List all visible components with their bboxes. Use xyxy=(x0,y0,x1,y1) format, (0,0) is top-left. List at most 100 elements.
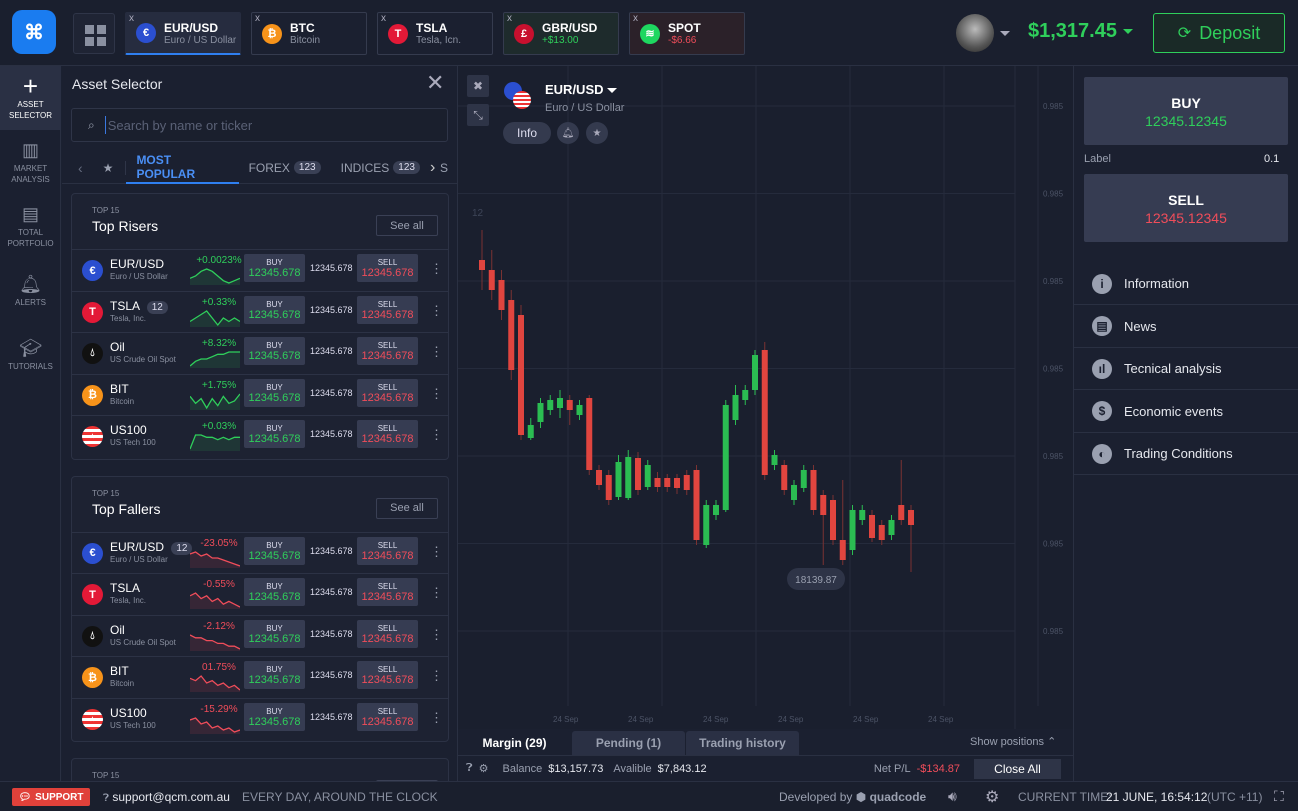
sell-button[interactable]: SELL 12345.678 xyxy=(357,378,418,407)
close-tab-icon[interactable]: x xyxy=(381,13,386,24)
nav-bell[interactable]: 🔔︎ ALERTS xyxy=(0,258,61,322)
collapse-icon[interactable]: ⤡ xyxy=(467,104,489,126)
sell-button[interactable]: SELL 12345.678 xyxy=(357,536,418,565)
more-options-icon[interactable]: ⋮ xyxy=(430,344,443,360)
fullscreen-icon[interactable]: ⛶ xyxy=(1274,788,1284,805)
nav-briefcase[interactable]: ▤ TOTAL PORTFOLIO xyxy=(0,194,61,258)
bell-icon[interactable]: 🔔︎ xyxy=(557,122,579,144)
positions-tab[interactable]: Trading history xyxy=(686,731,799,755)
buy-button[interactable]: BUY 12345.678 xyxy=(244,619,305,648)
help-icon[interactable]: ❓︎ xyxy=(466,762,473,775)
sell-button[interactable]: SELL 12345.678 xyxy=(357,619,418,648)
asset-tab-btc[interactable]: x ₿ BTC Bitcoin xyxy=(251,12,367,55)
asset-row[interactable]: € EUR/USD Euro / US Dollar +0.0023% BUY 1… xyxy=(72,249,448,290)
more-options-icon[interactable]: ⋮ xyxy=(430,627,443,643)
asset-row[interactable]: ★ US100 US Tech 100 -15.29% BUY 12345.678… xyxy=(72,697,448,739)
settings-icon[interactable]: ⚙ xyxy=(479,762,489,775)
asset-row[interactable]: € EUR/USD 12 Euro / US Dollar -23.05% BU… xyxy=(72,531,448,573)
category-tab-indices[interactable]: INDICES 123 xyxy=(331,152,430,184)
asset-tab-gbr-usd[interactable]: x £ GBR/USD +$13.00 xyxy=(503,12,619,55)
asset-row[interactable]: 💧︎ Oil US Crude Oil Spot -2.12% BUY 12345… xyxy=(72,614,448,656)
positions-tab[interactable]: Margin (29) xyxy=(458,731,571,755)
chart-asset-selector[interactable]: EUR/USD xyxy=(545,82,618,97)
asset-row[interactable]: ₿ BIT Bitcoin 01.75% BUY 12345.678 12345.… xyxy=(72,656,448,697)
sell-button[interactable]: SELL 12345.678 xyxy=(357,254,418,282)
buy-button[interactable]: BUY 12345.678 xyxy=(244,378,305,407)
more-options-icon[interactable]: ⋮ xyxy=(430,585,443,601)
nav-plus[interactable]: + ASSET SELECTOR xyxy=(0,66,61,130)
category-tabs: ‹ ★ MOST POPULAR FOREX 123 INDICES 123 S › xyxy=(62,152,457,184)
sell-button[interactable]: SELL 12345.678 xyxy=(357,661,418,689)
support-button[interactable]: 💬︎ SUPPORT xyxy=(12,788,90,806)
sell-button[interactable]: SELL 12345.678 xyxy=(357,420,418,448)
more-options-icon[interactable]: ⋮ xyxy=(430,261,443,277)
asset-tab-tsla[interactable]: x T TSLA Tesla, Icn. xyxy=(377,12,493,55)
deposit-button[interactable]: ⟳ Deposit xyxy=(1153,13,1285,53)
show-positions-toggle[interactable]: Show positions ⌃ xyxy=(970,735,1056,748)
more-options-icon[interactable]: ⋮ xyxy=(430,544,443,560)
menu-item-technical-analysis[interactable]: ıl Tecnical analysis xyxy=(1074,348,1298,390)
sound-icon[interactable]: 🔊︎ xyxy=(948,788,957,805)
close-tab-icon[interactable]: x xyxy=(507,13,512,24)
nav-bar-chart[interactable]: ▥ MARKET ANALYSIS xyxy=(0,130,61,194)
asset-row[interactable]: ₿ BIT Bitcoin +1.75% BUY 12345.678 12345.… xyxy=(72,373,448,415)
candlestick-chart[interactable]: 0.985 0.985 0.985 0.985 0.985 0.985 0.985 24 Se… xyxy=(458,66,1073,729)
chart-area[interactable]: 0.985 0.985 0.985 0.985 0.985 0.985 0.985 24 Se… xyxy=(458,66,1073,729)
see-all-button[interactable]: See all xyxy=(376,497,438,519)
support-email[interactable]: ❓︎ support@qcm.com.au xyxy=(103,790,230,804)
sell-button[interactable]: SELL 12345.678 xyxy=(357,337,418,365)
scroll-right-icon[interactable]: › xyxy=(430,159,435,177)
search-input[interactable] xyxy=(104,116,425,134)
account-balance[interactable]: $1,317.45 xyxy=(1028,20,1133,43)
close-tab-icon[interactable]: x xyxy=(255,13,260,24)
info-button[interactable]: Info xyxy=(503,122,551,144)
sell-button[interactable]: SELL 12345.678 xyxy=(357,578,418,606)
star-icon[interactable]: ★ xyxy=(586,122,608,144)
asset-row[interactable]: T TSLA 12 Tesla, Inc. +0.33% BUY 12345.67… xyxy=(72,290,448,332)
category-tab-most-popular[interactable]: MOST POPULAR xyxy=(126,152,239,184)
asset-tab-spot[interactable]: x ≋ SPOT -$6.66 xyxy=(629,12,745,55)
close-tab-icon[interactable]: x xyxy=(129,13,134,24)
close-icon[interactable]: ✕ xyxy=(426,70,444,96)
more-options-icon[interactable]: ⋮ xyxy=(430,427,443,443)
nav-graduation-cap[interactable]: 🎓︎ TUTORIALS xyxy=(0,322,61,386)
asset-row[interactable]: ★ US100 US Tech 100 +0.03% BUY 12345.678 … xyxy=(72,415,448,456)
menu-item-dollar[interactable]: $ Economic events xyxy=(1074,391,1298,433)
asset-tab-eur-usd[interactable]: x € EUR/USD Euro / US Dollar xyxy=(125,12,241,55)
menu-item-info[interactable]: i Information xyxy=(1074,263,1298,305)
menu-item-news[interactable]: ▤ News xyxy=(1074,306,1298,348)
sell-button[interactable]: SELL 12345.678 xyxy=(357,702,418,731)
logo[interactable]: ⌘ xyxy=(12,10,56,54)
more-options-icon[interactable]: ⋮ xyxy=(430,710,443,726)
close-tab-icon[interactable]: x xyxy=(633,13,638,24)
menu-item-conditions[interactable]: ◐ Trading Conditions xyxy=(1074,433,1298,475)
positions-tab[interactable]: Pending (1) xyxy=(572,731,685,755)
buy-button[interactable]: BUY 12345.678 xyxy=(244,337,305,365)
close-all-button[interactable]: Close All xyxy=(974,758,1061,779)
grid-layout-button[interactable] xyxy=(73,13,115,54)
buy-button[interactable]: BUY 12345.678 xyxy=(244,702,305,731)
asset-row[interactable]: T TSLA Tesla, Inc. -0.55% BUY 12345.678 1… xyxy=(72,573,448,614)
account-caret-icon[interactable] xyxy=(1000,31,1010,36)
favorites-star-icon[interactable]: ★ xyxy=(103,160,127,175)
timezone: (UTC +11) xyxy=(1207,790,1263,804)
buy-button[interactable]: BUY 12345.678 xyxy=(244,295,305,324)
buy-button[interactable]: BUY 12345.12345 xyxy=(1084,77,1288,145)
buy-button[interactable]: BUY 12345.678 xyxy=(244,536,305,565)
more-options-icon[interactable]: ⋮ xyxy=(430,303,443,319)
more-options-icon[interactable]: ⋮ xyxy=(430,386,443,402)
settings-icon[interactable]: ⚙ xyxy=(985,787,999,807)
sell-button[interactable]: SELL 12345.678 xyxy=(357,295,418,324)
scroll-left-icon[interactable]: ‹ xyxy=(78,160,83,176)
buy-button[interactable]: BUY 12345.678 xyxy=(244,661,305,689)
sell-button[interactable]: SELL 12345.12345 xyxy=(1084,174,1288,242)
buy-button[interactable]: BUY 12345.678 xyxy=(244,578,305,606)
category-tab-forex[interactable]: FOREX 123 xyxy=(239,152,331,184)
asset-row[interactable]: 💧︎ Oil US Crude Oil Spot +8.32% BUY 12345… xyxy=(72,332,448,373)
close-chart-icon[interactable]: ✖ xyxy=(467,75,489,97)
buy-button[interactable]: BUY 12345.678 xyxy=(244,254,305,282)
buy-button[interactable]: BUY 12345.678 xyxy=(244,420,305,448)
see-all-button[interactable]: See all xyxy=(376,215,438,236)
more-options-icon[interactable]: ⋮ xyxy=(430,668,443,684)
avatar[interactable] xyxy=(956,14,994,52)
